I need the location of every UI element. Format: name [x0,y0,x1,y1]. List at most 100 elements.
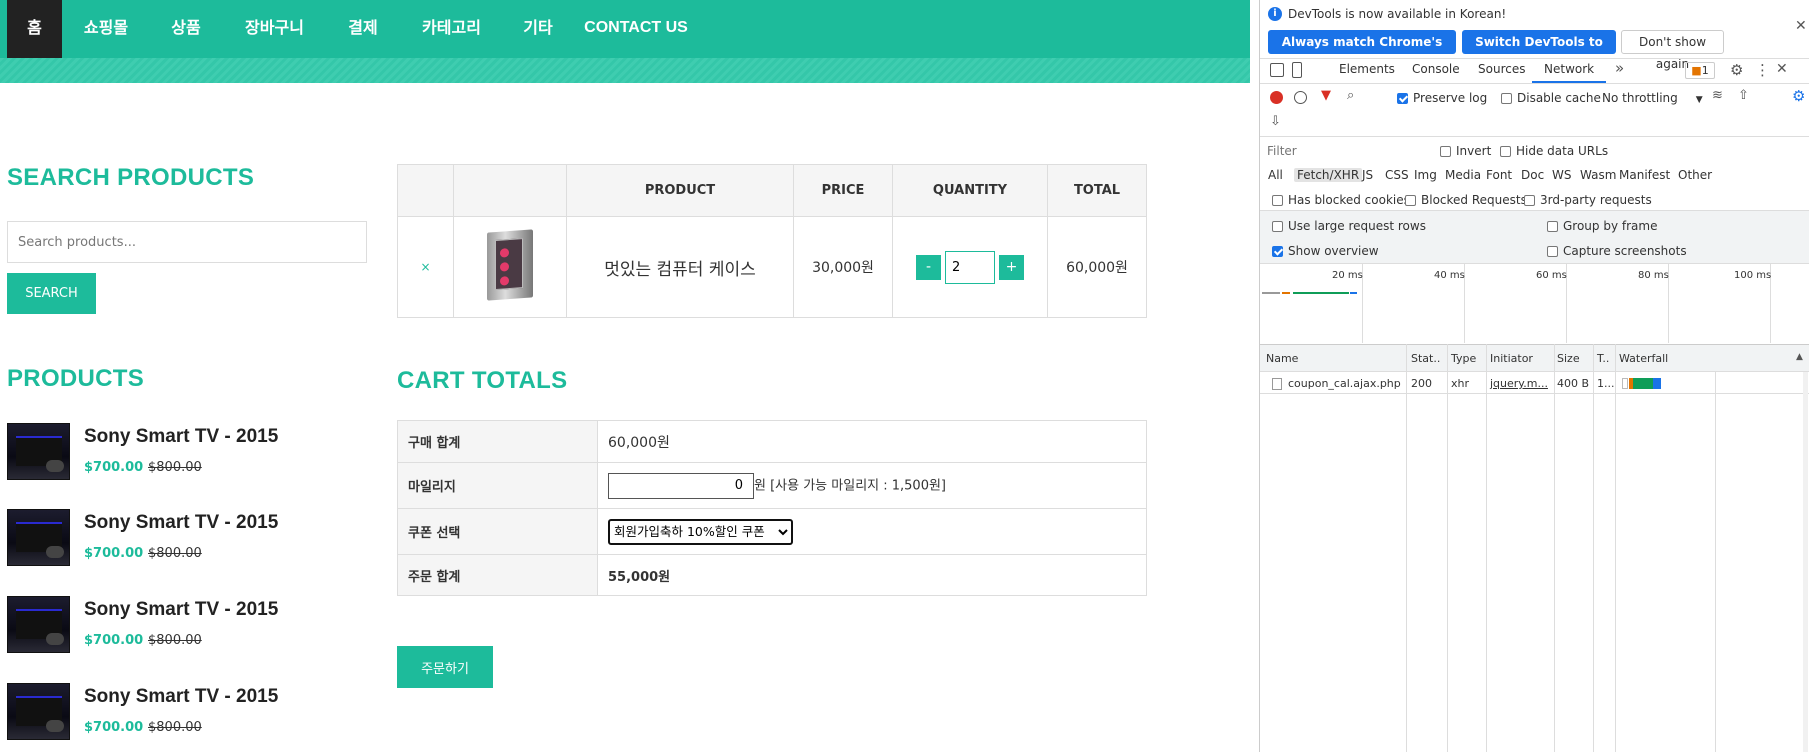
nav-item-home[interactable]: 홈 [7,0,62,58]
quantity-stepper[interactable] [945,250,995,284]
network-settings-gear-icon[interactable]: ⚙ [1792,87,1805,105]
type-filter-other[interactable]: Other [1678,168,1712,182]
search-icon[interactable]: ⌕ [1347,88,1354,103]
sort-up-icon[interactable]: ▲ [1796,352,1803,362]
product-old-price: $800.00 [148,720,202,735]
timeline-label: 100 ms [1734,270,1772,281]
preserve-log-checkbox[interactable]: Preserve log [1397,91,1487,105]
throttling-select[interactable]: No throttling ▼ [1602,91,1703,105]
qty-increase-button[interactable]: + [999,254,1024,280]
gear-icon[interactable]: ⚙ [1730,61,1743,79]
type-filter-wasm[interactable]: Wasm [1580,168,1616,182]
record-icon[interactable] [1270,91,1283,104]
large-rows-checkbox[interactable]: Use large request rows [1272,219,1426,233]
product-name[interactable]: Sony Smart TV - 2015 [84,686,278,708]
search-input[interactable] [7,221,367,263]
type-filter-ws[interactable]: WS [1552,168,1571,182]
filter-icon[interactable]: ▼ [1321,88,1331,103]
invert-checkbox[interactable]: Invert [1440,144,1491,158]
disable-cache-checkbox[interactable]: Disable cache [1501,91,1601,105]
col-product: PRODUCT [566,164,794,217]
product-thumbnail[interactable] [7,683,70,740]
blocked-cookies-checkbox[interactable]: Has blocked cookies [1272,193,1410,207]
request-initiator[interactable]: jquery.m... [1490,377,1548,390]
type-filter-fetch-xhr[interactable]: Fetch/XHR [1294,168,1363,182]
computer-case-image[interactable] [487,229,533,301]
product-name[interactable]: Sony Smart TV - 2015 [84,426,278,448]
type-filter-img[interactable]: Img [1414,168,1437,182]
type-filter-manifest[interactable]: Manifest [1619,168,1670,182]
type-filter-css[interactable]: CSS [1385,168,1409,182]
product-thumbnail[interactable] [7,423,70,480]
third-party-checkbox[interactable]: 3rd-party requests [1524,193,1652,207]
timeline-label: 40 ms [1434,270,1465,281]
type-filter-doc[interactable]: Doc [1521,168,1544,182]
type-filter-media[interactable]: Media [1445,168,1481,182]
mileage-input[interactable] [608,472,754,499]
product-thumbnail[interactable] [7,596,70,653]
blocked-requests-checkbox[interactable]: Blocked Requests [1405,193,1527,207]
close-icon[interactable]: ✕ [1795,18,1807,34]
search-button[interactable]: SEARCH [7,273,96,314]
export-har-icon[interactable]: ⇩ [1270,114,1281,129]
nav-item-shop[interactable]: 쇼핑몰 [62,0,150,58]
cart-product-name[interactable]: 멋있는 컴퓨터 케이스 [566,216,794,318]
place-order-button[interactable]: 주문하기 [397,646,493,688]
qty-decrease-button[interactable]: - [916,254,941,280]
inspect-element-icon[interactable] [1270,63,1284,77]
tab-network[interactable]: Network [1544,62,1594,76]
nav-item-products[interactable]: 상품 [150,0,222,58]
show-overview-checkbox[interactable]: Show overview [1272,244,1379,258]
product-thumbnail[interactable] [7,509,70,566]
network-conditions-icon[interactable]: ≋ [1712,88,1723,103]
network-filter-input[interactable] [1264,142,1432,160]
nav-item-cart[interactable]: 장바구니 [222,0,327,58]
close-devtools-icon[interactable]: ✕ [1776,61,1788,77]
capture-screenshots-checkbox[interactable]: Capture screenshots [1547,244,1687,258]
col-name[interactable]: Name [1266,352,1298,365]
device-toolbar-icon[interactable] [1292,62,1302,78]
tab-console[interactable]: Console [1412,62,1460,76]
nav-item-category[interactable]: 카테고리 [399,0,504,58]
match-chrome-language-button[interactable]: Always match Chrome's language [1268,30,1456,73]
product-name[interactable]: Sony Smart TV - 2015 [84,599,278,621]
type-filter-js[interactable]: JS [1362,168,1373,182]
issues-badge[interactable]: ■1 [1685,62,1715,79]
remove-item-icon[interactable]: × [420,260,430,274]
col-status[interactable]: Stat.. [1411,352,1440,365]
dont-show-again-button[interactable]: Don't show again [1621,30,1724,71]
col-type[interactable]: Type [1451,352,1476,365]
nav-item-checkout[interactable]: 결제 [327,0,399,58]
group-by-frame-checkbox[interactable]: Group by frame [1547,219,1657,233]
switch-devtools-korean-button[interactable]: Switch DevTools to Korean [1462,30,1616,73]
list-item[interactable]: Sony Smart TV - 2015 $700.00 $800.00 [7,683,367,745]
import-har-icon[interactable]: ⇧ [1738,88,1749,103]
coupon-select[interactable]: 회원가입축하 10%할인 쿠폰 [608,518,793,545]
waterfall-download [1653,378,1661,389]
nav-item-contact[interactable]: CONTACT US [572,0,700,58]
tab-elements[interactable]: Elements [1339,62,1395,76]
tab-sources[interactable]: Sources [1478,62,1525,76]
hide-data-urls-checkbox[interactable]: Hide data URLs [1500,144,1608,158]
request-name[interactable]: coupon_cal.ajax.php [1288,377,1401,390]
col-initiator[interactable]: Initiator [1490,352,1533,365]
product-name[interactable]: Sony Smart TV - 2015 [84,512,278,534]
kebab-menu-icon[interactable]: ⋮ [1755,61,1770,79]
cart-quantity-cell: -+ [892,216,1048,318]
timeline-label: 20 ms [1332,270,1363,281]
list-item[interactable]: Sony Smart TV - 2015 $700.00 $800.00 [7,509,367,571]
chevron-down-icon: ▼ [1695,95,1703,105]
mileage-cell: 원 [사용 가능 마일리지 : 1,500원] [597,462,1147,509]
type-filter-all[interactable]: All [1268,168,1283,182]
more-tabs-icon[interactable]: » [1615,59,1624,77]
list-item[interactable]: Sony Smart TV - 2015 $700.00 $800.00 [7,596,367,658]
list-item[interactable]: Sony Smart TV - 2015 $700.00 $800.00 [7,423,367,485]
mileage-row: 마일리지 원 [사용 가능 마일리지 : 1,500원] [397,462,1147,509]
request-list-scrollbar[interactable] [1803,372,1808,752]
col-size[interactable]: Size [1557,352,1580,365]
type-filter-font[interactable]: Font [1486,168,1512,182]
clear-icon[interactable] [1294,91,1307,104]
col-time[interactable]: T.. [1597,352,1609,365]
nav-item-etc[interactable]: 기타 [504,0,572,58]
col-waterfall[interactable]: Waterfall [1619,352,1668,365]
